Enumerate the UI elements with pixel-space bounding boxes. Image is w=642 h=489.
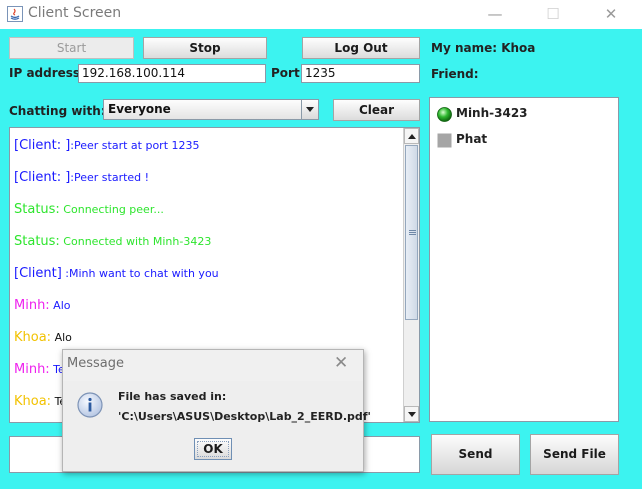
scroll-thumb[interactable] — [405, 145, 418, 320]
ip-address-label: IP address: — [9, 66, 85, 80]
ip-address-field[interactable]: 192.168.100.114 — [78, 64, 266, 83]
chat-message-sender: [Client: ] — [14, 138, 71, 153]
send-button[interactable]: Send — [431, 434, 520, 475]
start-button[interactable]: Start — [9, 37, 134, 59]
dialog-body: File has saved in: 'C:\Users\ASUS\Deskto… — [63, 381, 371, 471]
scroll-down-icon[interactable] — [404, 406, 419, 422]
send-file-button[interactable]: Send File — [530, 434, 619, 475]
dialog-message-path: 'C:\Users\ASUS\Desktop\Lab_2_EERD.pdf' — [118, 410, 371, 423]
gray-square-icon — [437, 133, 452, 148]
chat-message-sender: Status: — [14, 234, 60, 249]
chat-message-text: :Peer start at port 1235 — [70, 139, 200, 152]
chat-message: Status: Connecting peer... — [14, 202, 164, 217]
chat-message-text: Connecting peer... — [59, 203, 164, 216]
chat-message: Khoa: Alo — [14, 330, 72, 345]
friend-name: Minh-3423 — [456, 106, 528, 120]
chat-message-sender: [Client: ] — [14, 170, 71, 185]
minimize-button[interactable]: — — [472, 0, 518, 29]
friends-list[interactable]: Minh-3423 Phat — [429, 97, 619, 422]
info-icon — [77, 392, 103, 418]
chat-message-sender: Khoa: — [14, 394, 52, 409]
friend-label: Friend: — [431, 67, 479, 81]
logout-button[interactable]: Log Out — [302, 37, 420, 59]
chat-message: Khoa: Te — [14, 394, 66, 409]
chat-message-text: :Peer started ! — [70, 171, 150, 184]
ok-button[interactable]: OK — [194, 438, 232, 460]
chat-message-text: :Minh want to chat with you — [61, 267, 219, 280]
chevron-down-icon[interactable] — [301, 100, 318, 119]
chat-message-sender: Minh: — [14, 362, 50, 377]
message-dialog: Message ✕ File has saved in: 'C:\Users\A… — [62, 349, 371, 472]
chat-message: [Client: ]:Peer start at port 1235 — [14, 138, 200, 153]
chat-message-sender: Khoa: — [14, 330, 52, 345]
window-title: Client Screen — [28, 5, 122, 21]
maximize-button[interactable]: ☐ — [530, 0, 576, 29]
close-icon[interactable]: ✕ — [334, 353, 348, 373]
stop-button[interactable]: Stop — [143, 37, 267, 59]
java-app-icon — [7, 6, 23, 22]
chat-target-value: Everyone — [108, 102, 171, 116]
chatting-with-label: Chatting with: — [9, 104, 106, 118]
close-window-button[interactable]: ✕ — [588, 0, 634, 29]
chat-message: Minh: Te — [14, 362, 65, 377]
chat-message: Status: Connected with Minh-3423 — [14, 234, 211, 249]
chat-message-text: Alo — [51, 331, 72, 344]
chat-message-sender: Status: — [14, 202, 60, 217]
scroll-up-icon[interactable] — [404, 128, 419, 144]
chat-scrollbar[interactable] — [403, 128, 419, 422]
chat-message: [Client: ]:Peer started ! — [14, 170, 149, 185]
chat-message: [Client] :Minh want to chat with you — [14, 266, 219, 281]
chat-message-text: Connected with Minh-3423 — [59, 235, 212, 248]
chat-message-text: Alo — [49, 299, 71, 312]
title-bar: Client Screen — ☐ ✕ — [0, 0, 642, 29]
clear-button[interactable]: Clear — [333, 99, 420, 121]
chat-message-sender: [Client] — [14, 266, 62, 281]
dialog-title: Message — [67, 356, 124, 371]
port-label: Port: — [271, 66, 305, 80]
chat-target-dropdown[interactable]: Everyone — [103, 99, 319, 120]
dialog-message-line-1: File has saved in: — [118, 390, 227, 403]
chat-message-sender: Minh: — [14, 298, 50, 313]
green-ball-icon — [437, 107, 452, 122]
chat-message: Minh: Alo — [14, 298, 71, 313]
friend-name: Phat — [456, 132, 488, 146]
my-name-label: My name: Khoa — [431, 41, 536, 55]
port-field[interactable]: 1235 — [301, 64, 420, 83]
